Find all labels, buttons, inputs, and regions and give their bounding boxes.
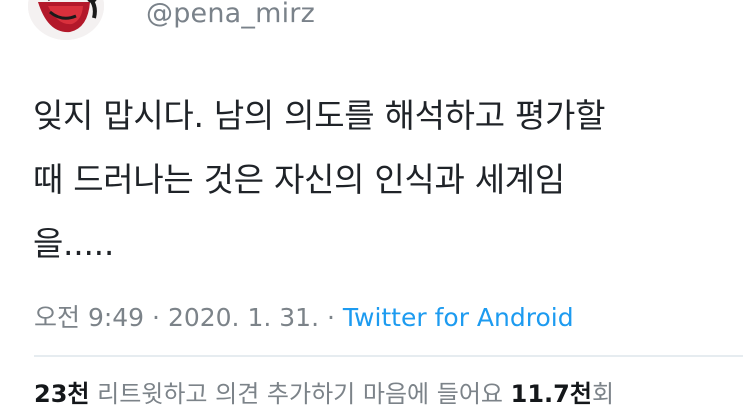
tweet-text: 잊지 맙시다. 남의 의도를 해석하고 평가할 때 드러나는 것은 자신의 인식… (33, 84, 723, 276)
user-handle[interactable]: @pena_mirz (146, 0, 315, 29)
tweet-text-line: 때 드러나는 것은 자신의 인식과 세계임 (33, 160, 565, 199)
tweet-time[interactable]: 오전 9:49 (34, 303, 144, 332)
retweet-count: 23천 (34, 380, 90, 408)
likes-stat[interactable]: 마음에 들어요 11.7천회 (363, 380, 614, 408)
like-label: 마음에 들어요 (362, 380, 511, 408)
tweet-source-link[interactable]: Twitter for Android (343, 303, 574, 332)
retweet-label: 리트윗하고 의견 추가하기 (89, 380, 363, 408)
tweet-metadata: 오전 9:49 · 2020. 1. 31. · Twitter for And… (34, 298, 574, 334)
like-suffix: 회 (591, 380, 615, 408)
avatar[interactable] (28, 0, 104, 40)
tweet-stats: 23천 리트윗하고 의견 추가하기 마음에 들어요 11.7천회 (34, 374, 614, 409)
separator: · (319, 303, 343, 332)
tweet-text-line: 을..... (33, 224, 115, 263)
tweet-text-line: 잊지 맙시다. 남의 의도를 해석하고 평가할 (33, 96, 606, 135)
cartoon-avatar-icon (28, 0, 104, 40)
tweet-card: @pena_mirz 잊지 맙시다. 남의 의도를 해석하고 평가할 때 드러나… (0, 0, 743, 419)
separator: · (144, 303, 168, 332)
retweets-stat[interactable]: 23천 리트윗하고 의견 추가하기 (34, 380, 363, 408)
divider (34, 355, 743, 357)
tweet-date[interactable]: 2020. 1. 31. (168, 303, 319, 332)
like-count: 11.7천 (510, 380, 592, 408)
